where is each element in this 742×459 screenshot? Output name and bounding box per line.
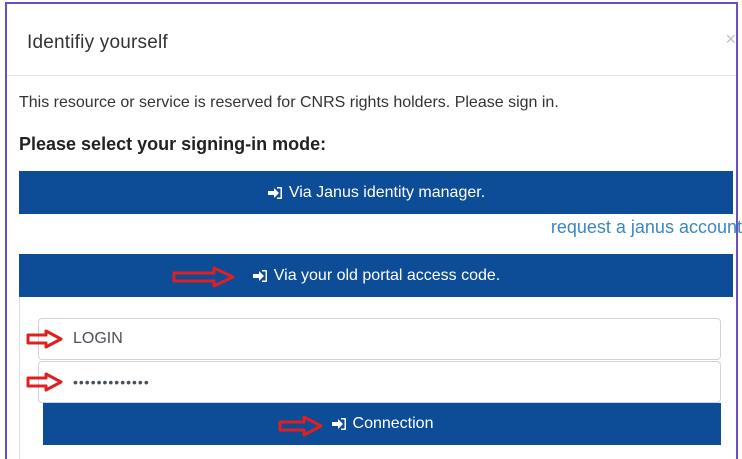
old-portal-login-button[interactable]: Via your old portal access code. — [19, 254, 733, 297]
janus-button-label: Via Janus identity manager. — [288, 183, 486, 201]
connection-button[interactable]: Connection — [43, 403, 721, 445]
password-input-value: ••••••••••••• — [73, 374, 150, 390]
connection-button-label: Connection — [352, 415, 434, 432]
login-input[interactable]: LOGIN — [38, 318, 721, 360]
janus-login-button[interactable]: Via Janus identity manager. — [19, 171, 733, 214]
sign-in-icon — [331, 418, 346, 430]
password-input[interactable]: ••••••••••••• — [38, 361, 721, 403]
modal-header: Identifiy yourself × — [7, 4, 736, 76]
close-icon[interactable]: × — [725, 30, 736, 48]
old-portal-button-label: Via your old portal access code. — [273, 266, 501, 284]
login-input-value: LOGIN — [73, 330, 123, 347]
sign-in-icon — [252, 269, 267, 282]
modal-title: Identifiy yourself — [27, 32, 168, 53]
select-mode-heading: Please select your signing-in mode: — [19, 134, 327, 154]
request-janus-account-link[interactable]: request a janus account — [551, 217, 742, 238]
sign-in-icon — [267, 186, 282, 199]
intro-text: This resource or service is reserved for… — [19, 94, 559, 111]
